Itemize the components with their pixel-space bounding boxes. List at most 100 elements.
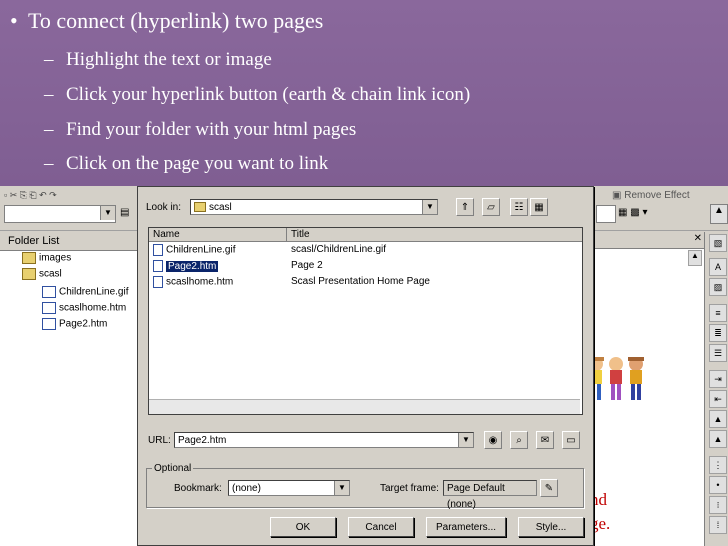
slide-sub-item: – Click on the page you want to link [44, 153, 328, 175]
slide-bullet: • To connect (hyperlink) two pages [10, 8, 323, 34]
file-title: scasl/ChildrenLine.gif [291, 244, 387, 255]
dash-icon: – [44, 84, 54, 105]
align-center-icon[interactable]: ≣ [709, 324, 727, 342]
parameters-button[interactable]: Parameters... [426, 517, 506, 537]
image-file-icon [42, 286, 56, 298]
dash-icon: – [44, 153, 54, 174]
right-format-toolbar: ▧ A ▨ ≡ ≣ ☰ ⇥ ⇤ ▲ ▲ ⋮ • ⁝ ⁞ [704, 232, 728, 546]
horizontal-scrollbar[interactable] [149, 399, 580, 414]
tree-label: scasl [39, 268, 62, 280]
align-left-icon[interactable]: ≡ [709, 304, 727, 322]
file-name: ChildrenLine.gif [166, 244, 236, 256]
font-size-combo[interactable] [596, 205, 616, 223]
slide-sub-item: – Find your folder with your html pages [44, 119, 356, 141]
file-row-childrenline[interactable]: ChildrenLine.gif [153, 244, 236, 256]
triangle-icon[interactable]: ▲ [709, 410, 727, 428]
folder-icon [194, 202, 206, 213]
scroll-up-icon[interactable]: ▲ [710, 204, 728, 224]
folder-list-header: Folder List [0, 232, 137, 251]
file-list[interactable]: Name Title ChildrenLine.gif scasl/Childr… [148, 227, 583, 415]
picture-icon[interactable]: ▧ [709, 234, 727, 252]
children-line-image [586, 352, 650, 412]
editor-tab-strip: ✕ [590, 232, 704, 249]
url-label: URL: [148, 435, 171, 446]
details-view-icon[interactable]: ▦ [530, 198, 548, 216]
optional-label: Optional [152, 463, 194, 474]
file-row-page2[interactable]: Page2.htm [153, 260, 219, 272]
highlight-icon[interactable]: ▨ [709, 278, 727, 296]
numbered-list-icon[interactable]: ⋮ [709, 456, 727, 474]
url-value: Page2.htm [178, 435, 227, 446]
new-folder-icon[interactable]: ▱ [482, 198, 500, 216]
chevron-down-icon[interactable]: ▼ [100, 206, 115, 220]
tree-label: scaslhome.htm [59, 302, 127, 314]
bookmark-dropdown[interactable]: (none) ▼ [228, 480, 350, 496]
dash-icon: – [44, 119, 54, 140]
children-figures-icon [588, 357, 644, 400]
scroll-up-icon[interactable]: ▲ [688, 250, 702, 266]
column-header-name[interactable]: Name [149, 228, 287, 242]
page-editor[interactable]: ✕ ▲ nd ge. [588, 232, 704, 546]
tree-item-scasl[interactable]: scasl [22, 268, 62, 280]
up-folder-icon[interactable]: ⇑ [456, 198, 474, 216]
bullet-text: To connect (hyperlink) two pages [28, 8, 324, 33]
bullet-dot-icon: • [10, 8, 18, 33]
style-combo[interactable]: ▼ [4, 205, 116, 223]
browse-web-icon[interactable]: ◉ [484, 431, 502, 449]
email-link-icon[interactable]: ✉ [536, 431, 554, 449]
tree-item-scaslhome[interactable]: scaslhome.htm [42, 302, 126, 314]
chevron-down-icon[interactable]: ▼ [422, 200, 437, 214]
target-frame-label: Target frame: [380, 483, 439, 494]
indent-icon[interactable]: ⇥ [709, 370, 727, 388]
ok-button[interactable]: OK [270, 517, 336, 537]
tree-item-images[interactable]: images [22, 252, 71, 264]
folder-list-title: Folder List [8, 235, 60, 247]
font-color-icon[interactable]: A [709, 258, 727, 276]
format-icon[interactable]: ▤ [120, 207, 129, 218]
file-title: Scasl Presentation Home Page [291, 276, 430, 287]
bullet-list-icon[interactable]: • [709, 476, 727, 494]
slide-sub-item: – Click your hyperlink button (earth & ch… [44, 84, 470, 106]
sub-text: Highlight the text or image [66, 49, 272, 70]
file-name-selected: Page2.htm [166, 260, 219, 272]
url-input[interactable]: Page2.htm ▼ [174, 432, 474, 448]
close-icon[interactable]: ✕ [694, 233, 702, 244]
align-icons[interactable]: ▦ ▩ ▾ [618, 207, 647, 218]
sub-text: Find your folder with your html pages [66, 119, 357, 140]
list-icon[interactable]: ⁞ [709, 516, 727, 534]
select-file-icon[interactable]: ⌕ [510, 431, 528, 449]
tree-item-page2[interactable]: Page2.htm [42, 318, 107, 330]
file-title: Page 2 [291, 260, 323, 271]
look-in-dropdown[interactable]: scasl ▼ [190, 199, 438, 215]
column-header-title[interactable]: Title [287, 228, 582, 242]
html-file-icon [153, 276, 163, 288]
triangle-icon[interactable]: ▲ [709, 430, 727, 448]
list-icon[interactable]: ⁝ [709, 496, 727, 514]
style-button[interactable]: Style... [518, 517, 584, 537]
folder-list-pane [0, 232, 138, 546]
look-in-label: Look in: [146, 202, 182, 213]
tree-item-childrenline[interactable]: ChildrenLine.gif [42, 286, 129, 298]
image-file-icon [153, 244, 163, 256]
list-view-icon[interactable]: ☷ [510, 198, 528, 216]
sub-text: Click on the page you want to link [66, 153, 329, 174]
create-hyperlink-dialog: Look in: scasl ▼ ⇑ ▱ ☷ ▦ Name Title Chil… [137, 186, 594, 546]
dash-icon: – [44, 49, 54, 70]
chevron-down-icon[interactable]: ▼ [334, 481, 349, 495]
chevron-down-icon[interactable]: ▼ [458, 433, 473, 447]
align-right-icon[interactable]: ☰ [709, 344, 727, 362]
target-frame-field: Page Default (none) [443, 480, 537, 510]
folder-open-icon [22, 268, 36, 280]
file-name: scaslhome.htm [166, 276, 234, 288]
cancel-button[interactable]: Cancel [348, 517, 414, 537]
html-file-icon [42, 302, 56, 314]
file-row-scaslhome[interactable]: scaslhome.htm [153, 276, 233, 288]
tree-label: images [39, 252, 72, 264]
html-file-icon [153, 260, 163, 272]
outdent-icon[interactable]: ⇤ [709, 390, 727, 408]
bookmark-label: Bookmark: [174, 483, 222, 494]
folder-icon [22, 252, 36, 264]
tree-label: ChildrenLine.gif [59, 286, 129, 298]
edit-pencil-icon[interactable]: ✎ [540, 479, 558, 497]
new-page-icon[interactable]: ▭ [562, 431, 580, 449]
